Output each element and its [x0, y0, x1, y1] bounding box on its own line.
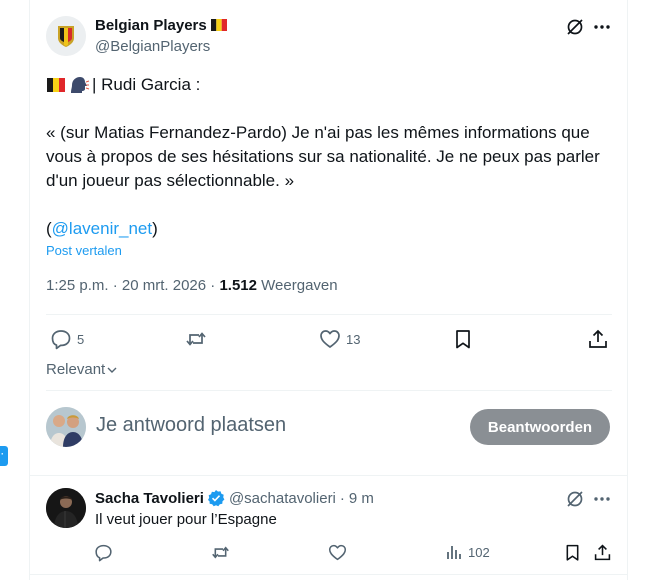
- tweet-quote-line3: d'un joueur pas sélectionnable. »: [46, 171, 295, 190]
- reply-author-avatar[interactable]: [46, 488, 86, 528]
- like-button[interactable]: 13: [319, 327, 360, 351]
- divider: [46, 314, 612, 315]
- tweet-quote-line1: « (sur Matias Fernandez-Pardo) Je n'ai p…: [46, 123, 590, 142]
- reply-views-count: 102: [468, 544, 490, 560]
- translate-post-link[interactable]: Post vertalen: [46, 243, 122, 258]
- share-button[interactable]: [587, 327, 609, 351]
- meta-separator: ·: [210, 277, 216, 294]
- reply-views-button[interactable]: 102: [445, 542, 490, 562]
- reply-count: 5: [77, 331, 85, 347]
- divider: [46, 390, 612, 391]
- bookmark-icon: [452, 328, 474, 350]
- author-name-text[interactable]: Belgian Players: [95, 17, 207, 34]
- tweet-intro: | Rudi Garcia :: [92, 75, 201, 94]
- views-count: 1.512: [219, 277, 257, 294]
- retweet-icon: [211, 543, 230, 562]
- grok-icon[interactable]: [565, 489, 585, 509]
- reply-text: Il veut jouer pour l’Espagne: [95, 511, 277, 528]
- reply-submit-button[interactable]: Beantwoorden: [470, 409, 610, 445]
- belgium-flag: [46, 77, 66, 93]
- tweet-source: (@lavenir_net): [46, 217, 606, 241]
- more-icon[interactable]: [592, 17, 612, 37]
- belgium-flag: [210, 18, 227, 32]
- reply-author-name[interactable]: Sacha Tavolieri: [95, 490, 204, 507]
- like-count: 13: [346, 331, 361, 347]
- edge-notification-tab[interactable]: ·: [0, 446, 8, 466]
- tweet-meta: 1:25 p.m. · 20 mrt. 2026 · 1.512 Weergav…: [46, 277, 338, 294]
- more-icon[interactable]: [592, 489, 612, 509]
- divider: [29, 574, 628, 575]
- author-name[interactable]: Belgian Players: [95, 17, 227, 34]
- sort-dropdown[interactable]: Relevant: [46, 361, 119, 378]
- reply-author-handle[interactable]: @sachatavolieri: [229, 490, 336, 507]
- reply-input[interactable]: Je antwoord plaatsen: [96, 414, 286, 437]
- reply-share-button[interactable]: [593, 542, 612, 562]
- retweet-icon: [185, 328, 207, 350]
- source-mention-link[interactable]: @lavenir_net: [52, 219, 152, 238]
- author-avatar[interactable]: [46, 16, 86, 56]
- sort-label: Relevant: [46, 361, 106, 378]
- grok-icon[interactable]: [565, 17, 585, 37]
- tweet-date[interactable]: 20 mrt. 2026: [122, 277, 206, 294]
- tweet-quote-line2: vous à propos de ses hésitations sur sa …: [46, 147, 600, 166]
- retweet-button[interactable]: [185, 327, 212, 351]
- bookmark-button[interactable]: [452, 327, 474, 351]
- user-avatar[interactable]: [46, 407, 86, 447]
- chevron-down-icon: [105, 363, 119, 377]
- reply-button[interactable]: 5: [50, 327, 84, 351]
- share-icon: [593, 543, 612, 562]
- reply-like-button[interactable]: [328, 542, 347, 562]
- share-icon: [587, 328, 609, 350]
- like-icon: [319, 328, 341, 350]
- like-icon: [328, 543, 347, 562]
- verified-icon: [207, 489, 225, 507]
- reply-separator: ·: [339, 489, 345, 507]
- tweet-text: | Rudi Garcia : « (sur Matias Fernandez-…: [46, 73, 606, 241]
- author-handle[interactable]: @BelgianPlayers: [95, 38, 210, 55]
- views-icon: [445, 543, 463, 561]
- meta-separator: ·: [112, 277, 118, 294]
- reply-icon: [94, 543, 113, 562]
- reply-retweet-button[interactable]: [211, 542, 230, 562]
- divider: [29, 475, 628, 476]
- reply-reply-button[interactable]: [94, 542, 113, 562]
- tweet-time[interactable]: 1:25 p.m.: [46, 277, 109, 294]
- reply-bookmark-button[interactable]: [563, 542, 582, 562]
- paren-close: ): [152, 219, 158, 238]
- reply-author: Sacha Tavolieri @sachatavolieri · 9 m: [95, 489, 374, 507]
- views-label: Weergaven: [261, 277, 338, 294]
- reply-icon: [50, 328, 72, 350]
- reply-time[interactable]: 9 m: [349, 490, 374, 507]
- bookmark-icon: [563, 543, 582, 562]
- speaking-head-icon: [68, 75, 90, 95]
